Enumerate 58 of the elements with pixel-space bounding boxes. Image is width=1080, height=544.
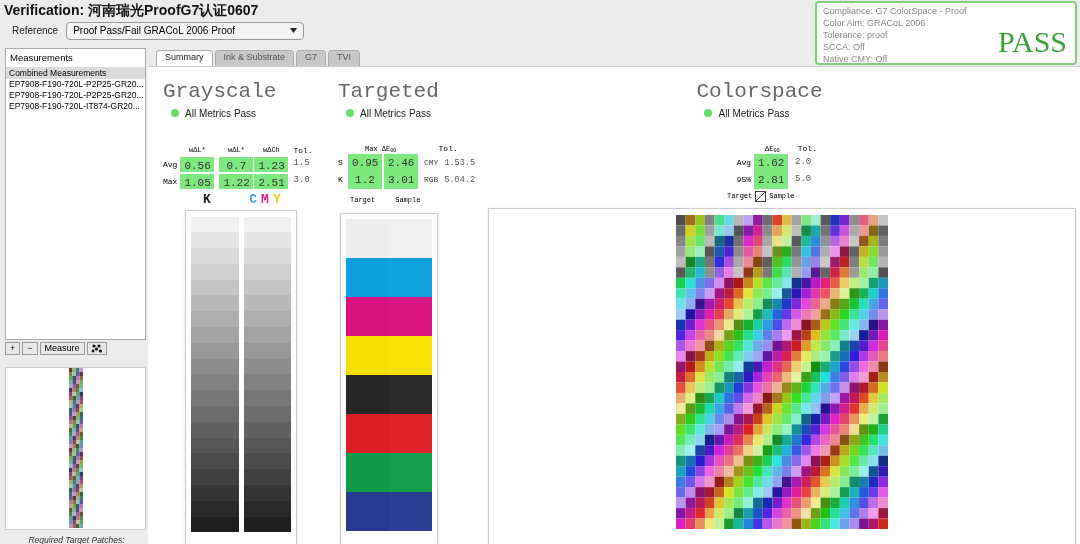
status-line: Native CMY: Off bbox=[823, 53, 889, 65]
pass-result: PASS bbox=[998, 27, 1067, 57]
tab[interactable]: Summary bbox=[156, 49, 213, 66]
row-label: 95% bbox=[735, 174, 752, 186]
list-button[interactable]: Measure bbox=[39, 341, 85, 355]
tol-value: 5.0 bbox=[795, 173, 812, 187]
list-button[interactable]: + bbox=[5, 341, 21, 355]
status-text: All Metrics Pass bbox=[185, 106, 257, 121]
section-title: Colorspace bbox=[696, 80, 823, 102]
tol-value: 2.0 bbox=[795, 156, 812, 170]
metric-value: 1.22 bbox=[219, 173, 254, 189]
status-text: All Metrics Pass bbox=[360, 106, 432, 121]
tol-value: 3.0 bbox=[293, 173, 311, 187]
status-line: Color Aim: GRACoL 2006 bbox=[823, 17, 927, 29]
metric-value: 1.05 bbox=[180, 173, 215, 189]
status-text: All Metrics Pass bbox=[718, 106, 790, 121]
dots-icon[interactable] bbox=[86, 341, 107, 355]
tab[interactable]: Ink & Substrate bbox=[214, 49, 295, 66]
row-label: Max bbox=[163, 175, 178, 188]
channel-label: C bbox=[249, 192, 258, 206]
tol-value: 1.5 bbox=[293, 156, 311, 170]
row-label: S bbox=[338, 157, 344, 169]
row-label: Avg bbox=[735, 157, 752, 169]
channel-label: K bbox=[203, 192, 211, 206]
tol-value: 1.53.5 bbox=[444, 156, 475, 170]
metric-value: 0.7 bbox=[219, 156, 254, 172]
window-title: Verification: 河南瑞光ProofG7认证0607 bbox=[4, 2, 259, 20]
tab[interactable]: TVI bbox=[328, 49, 361, 66]
row-label: Avg bbox=[163, 158, 178, 171]
tol-header: Tol. bbox=[797, 142, 817, 155]
reference-dropdown[interactable]: Proof Pass/Fail GRACoL 2006 Proof bbox=[66, 21, 305, 40]
tol-header: Tol. bbox=[293, 144, 313, 155]
status-line: Compliance: G7 ColorSpace - Proof bbox=[823, 5, 967, 17]
tol-header: Tol. bbox=[438, 142, 458, 155]
row-label: K bbox=[338, 174, 344, 186]
metric-value: 0.56 bbox=[180, 156, 215, 172]
preview-caption: Required Target Patches: bbox=[27, 533, 126, 544]
split-square-icon bbox=[755, 190, 767, 202]
section-title: Grayscale bbox=[163, 80, 278, 102]
list-button[interactable]: − bbox=[22, 341, 38, 355]
tab[interactable]: G7 bbox=[296, 49, 327, 66]
caret-icon bbox=[290, 28, 298, 33]
list-item[interactable]: EP7908-F190-720L-IT874-GR20... bbox=[6, 100, 145, 112]
channel-label: Y bbox=[272, 192, 281, 206]
reference-label: Reference bbox=[12, 24, 59, 38]
list-item[interactable]: EP7908-F190-720L-P2P25-GR20... bbox=[6, 89, 145, 101]
list-item[interactable]: Combined Measurements bbox=[6, 67, 145, 79]
channel-label: M bbox=[261, 192, 269, 206]
metric-value: 2.51 bbox=[254, 173, 289, 189]
tol-value: 5.04.2 bbox=[444, 173, 475, 187]
metric-value: 1.23 bbox=[254, 156, 289, 172]
status-line: SCCA: Off bbox=[823, 41, 866, 53]
list-header: Measurements bbox=[6, 48, 145, 68]
space-label: CMY bbox=[424, 157, 439, 169]
space-label: RGB bbox=[424, 174, 439, 186]
status-line: Tolerance: proof bbox=[823, 29, 889, 41]
list-item[interactable]: EP7908-F190-720L-P2P25-GR20... bbox=[6, 78, 145, 90]
section-title: Targeted bbox=[338, 80, 440, 102]
